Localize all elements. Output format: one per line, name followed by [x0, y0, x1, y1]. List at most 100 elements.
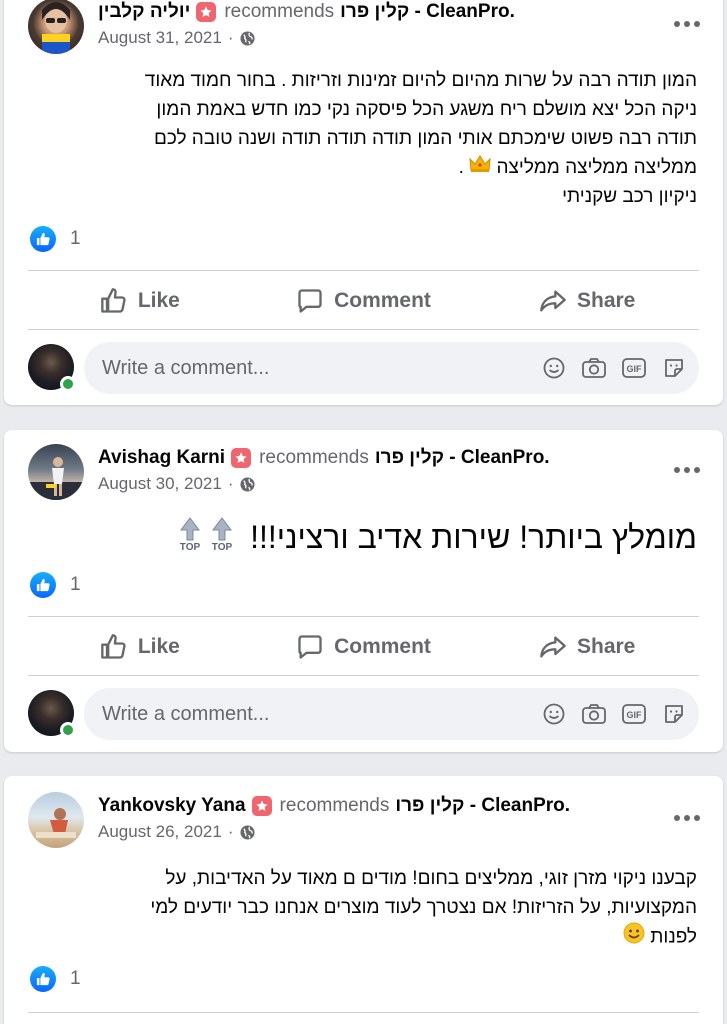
- post-header: Yankovsky Yana recommends קלין פרו - Cle…: [28, 792, 700, 848]
- divider: [28, 270, 699, 271]
- post-text-line: ניקיון רכב שקניתי: [562, 186, 697, 208]
- top-label: TOP: [212, 542, 233, 553]
- gif-icon[interactable]: GIF: [621, 355, 647, 381]
- recommends-text: recommends: [259, 447, 369, 468]
- page-name[interactable]: קלין פרו - CleanPro.: [375, 446, 550, 470]
- share-button[interactable]: Share: [475, 619, 699, 675]
- sticker-icon[interactable]: [661, 355, 687, 381]
- comment-label: Comment: [334, 635, 431, 658]
- recommend-icon: [231, 448, 252, 468]
- online-status-dot: [60, 376, 76, 392]
- comment-button[interactable]: Comment: [252, 619, 476, 675]
- action-bar: Like Comment Share: [28, 619, 699, 675]
- recommend-icon: [251, 796, 272, 816]
- sticker-icon[interactable]: [661, 701, 687, 727]
- author-name[interactable]: יוליה קלבין: [98, 0, 190, 24]
- thumbs-up-icon: [100, 634, 126, 659]
- thumbs-up-icon: [100, 288, 126, 313]
- post-text-line: ממליצה ממליצה ממליצה: [496, 157, 697, 178]
- post-text-line: המקצועיות, על הזריזות! אם נצטרך לעוד מוצ…: [150, 897, 697, 918]
- share-arrow-icon: [540, 290, 566, 312]
- reaction-summary[interactable]: 1: [30, 226, 81, 252]
- comment-composer: Write a comment... GIF: [28, 342, 699, 396]
- post-text-line: ניקה הכל יצא מושלם ריח משגע הכל פיסקה נק…: [156, 99, 697, 120]
- divider: [28, 1012, 699, 1013]
- top-label: TOP: [180, 542, 201, 553]
- avatar[interactable]: [28, 0, 84, 54]
- comment-bubble-icon: [298, 635, 322, 659]
- like-reaction-icon: [30, 966, 56, 992]
- post-card-2: Avishag Karni recommends קלין פרו - Clea…: [4, 430, 723, 752]
- like-button[interactable]: Like: [28, 619, 252, 675]
- share-arrow-icon: [540, 636, 566, 658]
- svg-text:GIF: GIF: [627, 364, 643, 374]
- post-text-line: קבענו ניקוי מזרן זוגי, ממליצים בחום! מוד…: [165, 868, 697, 889]
- camera-icon[interactable]: [581, 355, 607, 381]
- action-bar: Like Comment Share: [28, 273, 699, 329]
- post-text-line-suffix: .: [458, 157, 470, 178]
- post-card-3: Yankovsky Yana recommends קלין פרו - Cle…: [4, 776, 723, 1024]
- svg-text:GIF: GIF: [627, 710, 643, 720]
- comment-label: Comment: [334, 289, 431, 312]
- separator-dot: ·: [227, 822, 234, 841]
- author-name[interactable]: Avishag Karni: [98, 446, 225, 470]
- top-arrow-emoji-icon: TOP: [177, 516, 203, 563]
- post-date[interactable]: August 31, 2021: [98, 28, 222, 48]
- page-name[interactable]: קלין פרו - CleanPro.: [340, 0, 515, 24]
- camera-icon[interactable]: [581, 701, 607, 727]
- divider: [28, 675, 699, 676]
- post-text: המון תודה רבה על שרות מהיום להיום זמינות…: [30, 66, 697, 211]
- comment-placeholder: Write a comment...: [102, 356, 270, 379]
- smile-emoji-icon: [623, 922, 645, 953]
- recommend-icon: [196, 2, 217, 22]
- reaction-count: 1: [70, 968, 81, 989]
- top-arrow-emoji-icon: TOP: [209, 516, 235, 563]
- recommends-text: recommends: [224, 1, 335, 22]
- author-name[interactable]: Yankovsky Yana: [98, 794, 246, 818]
- comment-composer: Write a comment... GIF: [28, 688, 699, 742]
- post-text-line-4: ממליצה ממליצה ממליצה .: [30, 153, 697, 182]
- divider: [28, 616, 699, 617]
- post-text: מומלץ ביותר! שירות אדיב ורציני!!! TOP TOP: [30, 516, 697, 563]
- post-date[interactable]: August 30, 2021: [98, 474, 222, 494]
- post-header: Avishag Karni recommends קלין פרו - Clea…: [28, 444, 700, 500]
- reaction-summary[interactable]: 1: [30, 966, 81, 992]
- like-reaction-icon: [30, 572, 56, 598]
- page-name[interactable]: קלין פרו - CleanPro.: [395, 794, 570, 818]
- emoji-icon[interactable]: [541, 701, 567, 727]
- reaction-summary[interactable]: 1: [30, 572, 81, 598]
- post-text: קבענו ניקוי מזרן זוגי, ממליצים בחום! מוד…: [30, 864, 697, 953]
- comment-placeholder: Write a comment...: [102, 702, 270, 725]
- post-text-line-3: לפנות: [30, 922, 697, 953]
- like-button[interactable]: Like: [28, 273, 252, 329]
- emoji-icon[interactable]: [541, 355, 567, 381]
- share-label: Share: [576, 289, 636, 312]
- share-button[interactable]: Share: [475, 273, 699, 329]
- like-reaction-icon: [30, 226, 56, 252]
- recommends-text: recommends: [279, 795, 390, 816]
- separator-dot: ·: [227, 28, 234, 47]
- post-date[interactable]: August 26, 2021: [98, 822, 222, 842]
- online-status-dot: [60, 722, 76, 738]
- avatar[interactable]: [28, 444, 84, 500]
- divider: [28, 329, 699, 330]
- more-options-icon[interactable]: [667, 4, 707, 44]
- globe-icon: [239, 824, 255, 840]
- comment-input[interactable]: Write a comment... GIF: [84, 342, 699, 394]
- comment-input[interactable]: Write a comment... GIF: [84, 688, 699, 740]
- comment-button[interactable]: Comment: [252, 273, 476, 329]
- comment-bubble-icon: [298, 289, 322, 313]
- post-text-main: מומלץ ביותר! שירות אדיב ורציני!!!: [250, 518, 697, 555]
- gif-icon[interactable]: GIF: [621, 701, 647, 727]
- share-label: Share: [576, 635, 636, 658]
- more-options-icon[interactable]: [667, 798, 707, 838]
- post-card-1: יוליה קלבין recommends קלין פרו - CleanP…: [4, 0, 723, 405]
- more-options-icon[interactable]: [667, 450, 707, 490]
- reaction-count: 1: [70, 228, 81, 249]
- post-text-line: לפנות: [650, 926, 697, 948]
- globe-icon: [239, 476, 255, 492]
- avatar[interactable]: [28, 792, 84, 848]
- separator-dot: ·: [227, 474, 234, 493]
- globe-icon: [239, 30, 255, 46]
- post-text-line: המון תודה רבה על שרות מהיום להיום זמינות…: [144, 70, 697, 91]
